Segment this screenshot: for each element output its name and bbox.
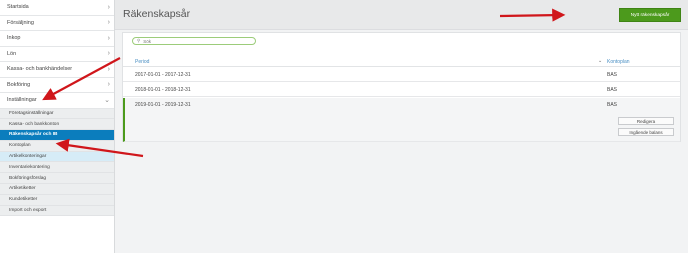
submenu-item-foretagsinstallningar[interactable]: Företagsinställningar	[0, 109, 114, 120]
search-icon: ⚲	[137, 38, 141, 43]
fiscal-years-panel: ⚲ Period ⌄ Kontoplan 2017-01-01 - 2017-1…	[122, 32, 681, 142]
chevron-right-icon: ›	[107, 65, 110, 73]
table-row[interactable]: 2017-01-01 - 2017-12-31 BAS	[123, 68, 680, 82]
submenu-item-kassa-bankkonton[interactable]: Kassa- och bankkonton	[0, 119, 114, 131]
chevron-right-icon: ›	[107, 81, 110, 89]
table-row[interactable]: 2018-01-01 - 2018-12-31 BAS	[123, 83, 680, 97]
sidebar-item-forsaljning[interactable]: Försäljning ›	[0, 16, 114, 31]
sidebar-item-startsida[interactable]: Startsida ›	[0, 0, 114, 16]
search-box[interactable]: ⚲	[132, 37, 256, 45]
period-cell: 2018-01-01 - 2018-12-31	[135, 87, 191, 93]
column-header-period[interactable]: Period	[135, 59, 149, 65]
sidebar-item-kassa-bank[interactable]: Kassa- och bankhändelser ›	[0, 62, 114, 78]
submenu-item-kontoplan[interactable]: Kontoplan	[0, 141, 114, 152]
submenu-item-bokforingsforslag[interactable]: Bokföringsförslag	[0, 173, 114, 185]
main-content: Räkenskapsår Nytt räkenskapsår ⚲ Period …	[115, 0, 688, 253]
sidebar-item-bokforing[interactable]: Bokföring ›	[0, 78, 114, 93]
sidebar-item-label: Lön	[7, 50, 17, 57]
title-bar: Räkenskapsår Nytt räkenskapsår	[115, 0, 688, 30]
column-header-kontoplan[interactable]: Kontoplan	[607, 59, 630, 65]
edit-button[interactable]: Redigera	[618, 117, 674, 125]
sort-chevron-icon[interactable]: ⌄	[598, 58, 602, 64]
search-input[interactable]	[143, 38, 244, 44]
sidebar-item-label: Kassa- och bankhändelser	[7, 66, 73, 73]
kontoplan-cell: BAS	[607, 102, 618, 108]
chevron-right-icon: ›	[107, 19, 110, 27]
submenu-item-rakenskapsar[interactable]: Räkenskapsår och IB	[0, 130, 114, 141]
sidebar-item-label: Inställningar	[7, 97, 37, 104]
submenu-item-artiketiketter[interactable]: Artiketiketter	[0, 184, 114, 195]
chevron-right-icon: ›	[107, 50, 110, 58]
submenu-item-import-export[interactable]: Import och export	[0, 206, 114, 217]
new-fiscal-year-button[interactable]: Nytt räkenskapsår	[619, 8, 681, 22]
kontoplan-cell: BAS	[607, 87, 618, 93]
table-header: Period ⌄ Kontoplan	[123, 56, 680, 67]
table-row-selected[interactable]: 2019-01-01 - 2019-12-31 BAS Redigera Ing…	[123, 98, 680, 142]
kontoplan-cell: BAS	[607, 72, 618, 78]
settings-submenu: Företagsinställningar Kassa- och bankkon…	[0, 108, 114, 217]
sidebar-item-inkop[interactable]: Inkop ›	[0, 31, 114, 47]
sidebar: Startsida › Försäljning › Inkop › Lön › …	[0, 0, 115, 253]
sidebar-item-label: Startsida	[7, 4, 29, 11]
submenu-item-inventariekontering[interactable]: Inventariekontering	[0, 162, 114, 174]
submenu-item-kundetiketter[interactable]: Kundetiketter	[0, 195, 114, 206]
period-cell: 2017-01-01 - 2017-12-31	[135, 72, 191, 78]
chevron-right-icon: ›	[107, 34, 110, 42]
chevron-down-icon: ⌄	[104, 96, 110, 104]
page-title: Räkenskapsår	[123, 8, 191, 20]
chevron-right-icon: ›	[107, 3, 110, 11]
sidebar-item-installningar[interactable]: Inställningar ⌄	[0, 93, 114, 109]
sidebar-item-label: Försäljning	[7, 19, 34, 26]
opening-balance-button[interactable]: Ingående balans	[618, 128, 674, 136]
sidebar-item-label: Inkop	[7, 35, 21, 42]
sidebar-item-lon[interactable]: Lön ›	[0, 47, 114, 62]
sidebar-item-label: Bokföring	[7, 81, 31, 88]
period-cell: 2019-01-01 - 2019-12-31	[135, 102, 191, 108]
submenu-item-artikelkonteringar[interactable]: Artikelkonteringar	[0, 151, 114, 163]
